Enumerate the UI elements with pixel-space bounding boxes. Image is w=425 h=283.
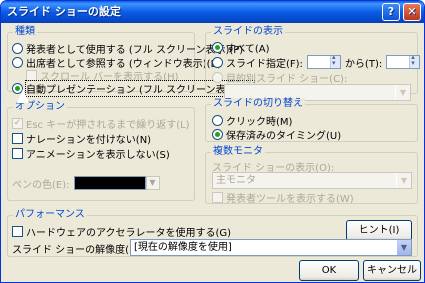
checkbox-icon — [12, 147, 23, 159]
radio-icon — [212, 71, 223, 83]
from-label: スライド指定(F): — [226, 58, 303, 70]
type-group-title: 種類 — [13, 26, 37, 38]
cancel-button[interactable]: キャンセル — [363, 260, 421, 281]
radio-icon — [12, 56, 23, 68]
dialog-window: スライド ショーの設定 ? ✕ 種類 発表者として使用する (フル スクリーン表… — [0, 0, 425, 283]
no-animation-label: アニメーションを表示しない(S) — [26, 149, 170, 161]
spin-arrows-icon[interactable] — [329, 53, 340, 68]
no-narration-label: ナレーションを付けない(N) — [26, 134, 152, 146]
timings-radio[interactable]: 保存済みのタイミング(U) — [212, 127, 342, 142]
checkmark-icon: ✓ — [12, 117, 23, 129]
options-group: オプション ✓ Esc キーが押されるまで繰り返す(L) ナレーションを付けない… — [7, 101, 195, 201]
close-button[interactable]: ✕ — [403, 3, 421, 21]
radio-icon — [212, 114, 223, 126]
monitor-select[interactable]: 主モニタ ▼ — [212, 172, 412, 189]
resolution-select[interactable]: [現在の解像度を使用] ▼ — [130, 239, 412, 256]
monitors-group-title: 複数モニタ — [211, 146, 265, 158]
resolution-value: [現在の解像度を使用] — [134, 242, 232, 253]
from-spinner[interactable] — [306, 53, 341, 69]
resolution-label: スライド ショーの解像度(R): — [12, 244, 144, 256]
type-group: 種類 発表者として使用する (フル スクリーン表示)(P) 出席者として参照する… — [7, 26, 255, 97]
hw-accel-label: ハードウェアのアクセラレータを使用する(G) — [26, 227, 232, 239]
chevron-down-icon: ▼ — [396, 173, 411, 188]
window-title: スライド ショーの設定 — [7, 5, 121, 18]
advance-group: スライドの切り替え クリック時(M) 保存済みのタイミング(U) — [205, 98, 418, 142]
monitor-select-value: 主モニタ — [216, 175, 256, 186]
presenter-tools-checkbox[interactable]: 発表者ツールを表示する(W) — [212, 190, 354, 205]
slides-group-title: スライドの表示 — [211, 26, 285, 38]
checkbox-icon — [12, 225, 23, 237]
checkbox-icon — [212, 191, 223, 203]
radio-icon — [12, 42, 23, 54]
custom-show-label: 目的別スライド ショー(C): — [226, 73, 348, 85]
hw-accel-checkbox[interactable]: ハードウェアのアクセラレータを使用する(G) — [12, 224, 232, 239]
no-animation-checkbox[interactable]: アニメーションを表示しない(S) — [12, 146, 170, 161]
loop-checkbox[interactable]: ✓ Esc キーが押されるまで繰り返す(L) — [12, 116, 190, 131]
performance-group-title: パフォーマンス — [13, 209, 87, 221]
pen-color-row: ペンの色(E): ▼ — [12, 176, 160, 191]
manual-label: クリック時(M) — [226, 116, 293, 128]
tips-button[interactable]: ヒント(I) — [346, 220, 412, 241]
all-slides-label: すべて(A) — [226, 43, 270, 55]
pen-color-picker[interactable]: ▼ — [73, 176, 160, 190]
display-on-row: スライド ショーの表示(O): — [212, 159, 334, 174]
mouse-cursor-icon — [17, 89, 29, 103]
resolution-row: スライド ショーの解像度(R): — [12, 241, 144, 256]
chevron-down-icon: ▼ — [395, 85, 410, 100]
loop-label: Esc キーが押されるまで繰り返す(L) — [26, 119, 190, 131]
manual-radio[interactable]: クリック時(M) — [212, 113, 293, 128]
presenter-tools-label: 発表者ツールを表示する(W) — [226, 193, 354, 205]
chevron-down-icon: ▼ — [145, 176, 160, 190]
all-slides-radio[interactable]: すべて(A) — [212, 40, 270, 55]
chevron-down-icon: ▼ — [396, 240, 411, 255]
spin-arrows-icon[interactable] — [409, 53, 420, 68]
from-slides-radio[interactable]: スライド指定(F): から(T): — [212, 53, 421, 70]
ok-button[interactable]: OK — [299, 260, 359, 281]
to-label: から(T): — [344, 58, 383, 70]
monitors-group: 複数モニタ スライド ショーの表示(O): 主モニタ ▼ 発表者ツールを表示する… — [205, 146, 418, 205]
advance-group-title: スライドの切り替え — [211, 98, 305, 110]
radio-selected-icon — [212, 128, 223, 140]
to-spinner[interactable] — [386, 53, 421, 69]
checkbox-icon — [12, 132, 23, 144]
custom-show-radio[interactable]: 目的別スライド ショー(C): — [212, 70, 348, 85]
no-narration-checkbox[interactable]: ナレーションを付けない(N) — [12, 131, 152, 146]
slides-group: スライドの表示 すべて(A) スライド指定(F): から(T): 目的別スライド… — [205, 26, 421, 101]
timings-label: 保存済みのタイミング(U) — [226, 130, 342, 142]
radio-icon — [212, 56, 223, 68]
radio-selected-icon — [212, 41, 223, 53]
help-button[interactable]: ? — [382, 3, 400, 21]
pen-color-label: ペンの色(E): — [12, 179, 70, 191]
title-bar: スライド ショーの設定 ? ✕ — [1, 1, 424, 23]
performance-group: パフォーマンス ハードウェアのアクセラレータを使用する(G) ヒント(I) スラ… — [7, 209, 418, 257]
checkbox-icon — [26, 69, 37, 81]
